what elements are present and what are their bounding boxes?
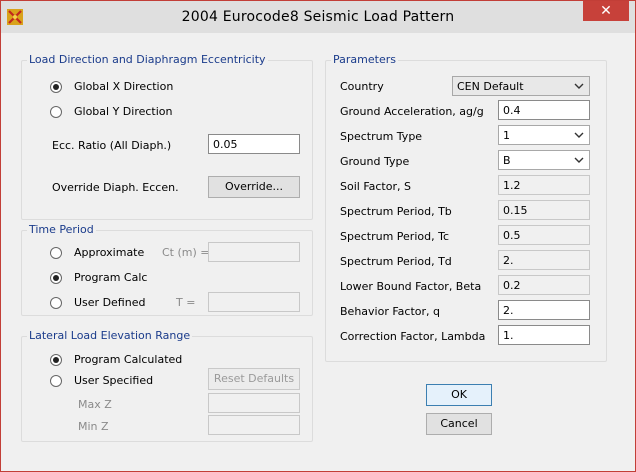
ecc-ratio-input[interactable]: 0.05 xyxy=(208,134,300,154)
spectrum-type-value: 1 xyxy=(503,129,510,142)
chevron-down-icon xyxy=(574,83,584,89)
reset-defaults-button[interactable]: Reset Defaults xyxy=(208,368,300,390)
ct-label: Ct (m) = xyxy=(162,246,210,259)
lateral-load-group: Lateral Load Elevation Range Program Cal… xyxy=(21,329,313,442)
time-period-legend: Time Period xyxy=(27,223,96,236)
global-x-radio[interactable] xyxy=(50,81,62,93)
ground-accel-label: Ground Acceleration, ag/g xyxy=(340,105,484,118)
parameters-group: Parameters Country CEN Default Ground Ac… xyxy=(325,53,607,362)
close-icon: ✕ xyxy=(600,3,612,19)
user-specified-radio[interactable] xyxy=(50,375,62,387)
chevron-down-icon xyxy=(574,157,584,163)
dialog-window: 2004 Eurocode8 Seismic Load Pattern ✕ Lo… xyxy=(0,0,636,472)
tb-value: 0.15 xyxy=(498,200,590,220)
program-calculated-label: Program Calculated xyxy=(74,353,183,366)
country-value: CEN Default xyxy=(457,80,524,93)
max-z-label: Max Z xyxy=(78,398,112,411)
min-z-input[interactable] xyxy=(208,415,300,435)
title-bar[interactable]: 2004 Eurocode8 Seismic Load Pattern ✕ xyxy=(1,1,635,33)
time-period-group: Time Period Approximate Ct (m) = Program… xyxy=(21,223,313,316)
tc-label: Spectrum Period, Tc xyxy=(340,230,449,243)
lambda-input[interactable]: 1. xyxy=(498,325,590,345)
user-defined-label: User Defined xyxy=(74,296,146,309)
ground-type-label: Ground Type xyxy=(340,155,410,168)
td-value: 2. xyxy=(498,250,590,270)
tb-label: Spectrum Period, Tb xyxy=(340,205,452,218)
t-input[interactable] xyxy=(208,292,300,312)
max-z-input[interactable] xyxy=(208,393,300,413)
tc-value: 0.5 xyxy=(498,225,590,245)
ground-type-value: B xyxy=(503,154,511,167)
parameters-legend: Parameters xyxy=(331,53,398,66)
spectrum-type-label: Spectrum Type xyxy=(340,130,423,143)
country-label: Country xyxy=(340,80,384,93)
global-y-label: Global Y Direction xyxy=(74,105,173,118)
approximate-label: Approximate xyxy=(74,246,145,259)
load-direction-group: Load Direction and Diaphragm Eccentricit… xyxy=(21,53,313,220)
min-z-label: Min Z xyxy=(78,420,109,433)
user-specified-label: User Specified xyxy=(74,374,154,387)
ground-accel-input[interactable]: 0.4 xyxy=(498,100,590,120)
beta-value: 0.2 xyxy=(498,275,590,295)
user-defined-radio[interactable] xyxy=(50,297,62,309)
load-direction-legend: Load Direction and Diaphragm Eccentricit… xyxy=(27,53,268,66)
t-label: T = xyxy=(176,296,196,309)
ecc-ratio-label: Ecc. Ratio (All Diaph.) xyxy=(52,139,172,152)
soil-factor-value: 1.2 xyxy=(498,175,590,195)
program-calc-label: Program Calc xyxy=(74,271,148,284)
dialog-body: Load Direction and Diaphragm Eccentricit… xyxy=(9,33,627,463)
ct-input[interactable] xyxy=(208,242,300,262)
window-title: 2004 Eurocode8 Seismic Load Pattern xyxy=(181,9,455,25)
soil-factor-label: Soil Factor, S xyxy=(340,180,411,193)
ground-type-select[interactable]: B xyxy=(498,150,590,170)
td-label: Spectrum Period, Td xyxy=(340,255,452,268)
country-select[interactable]: CEN Default xyxy=(452,76,590,96)
ok-button[interactable]: OK xyxy=(426,384,492,406)
program-calculated-radio[interactable] xyxy=(50,354,62,366)
spectrum-type-select[interactable]: 1 xyxy=(498,125,590,145)
q-label: Behavior Factor, q xyxy=(340,305,440,318)
close-button[interactable]: ✕ xyxy=(583,1,629,21)
lambda-label: Correction Factor, Lambda xyxy=(340,330,486,343)
program-calc-radio[interactable] xyxy=(50,272,62,284)
cancel-button[interactable]: Cancel xyxy=(426,413,492,435)
override-label: Override Diaph. Eccen. xyxy=(52,181,179,194)
global-y-radio[interactable] xyxy=(50,106,62,118)
override-button[interactable]: Override... xyxy=(208,176,300,198)
q-input[interactable]: 2. xyxy=(498,300,590,320)
lateral-load-legend: Lateral Load Elevation Range xyxy=(27,329,193,342)
approximate-radio[interactable] xyxy=(50,247,62,259)
global-x-label: Global X Direction xyxy=(74,80,174,93)
chevron-down-icon xyxy=(574,132,584,138)
beta-label: Lower Bound Factor, Beta xyxy=(340,280,482,293)
